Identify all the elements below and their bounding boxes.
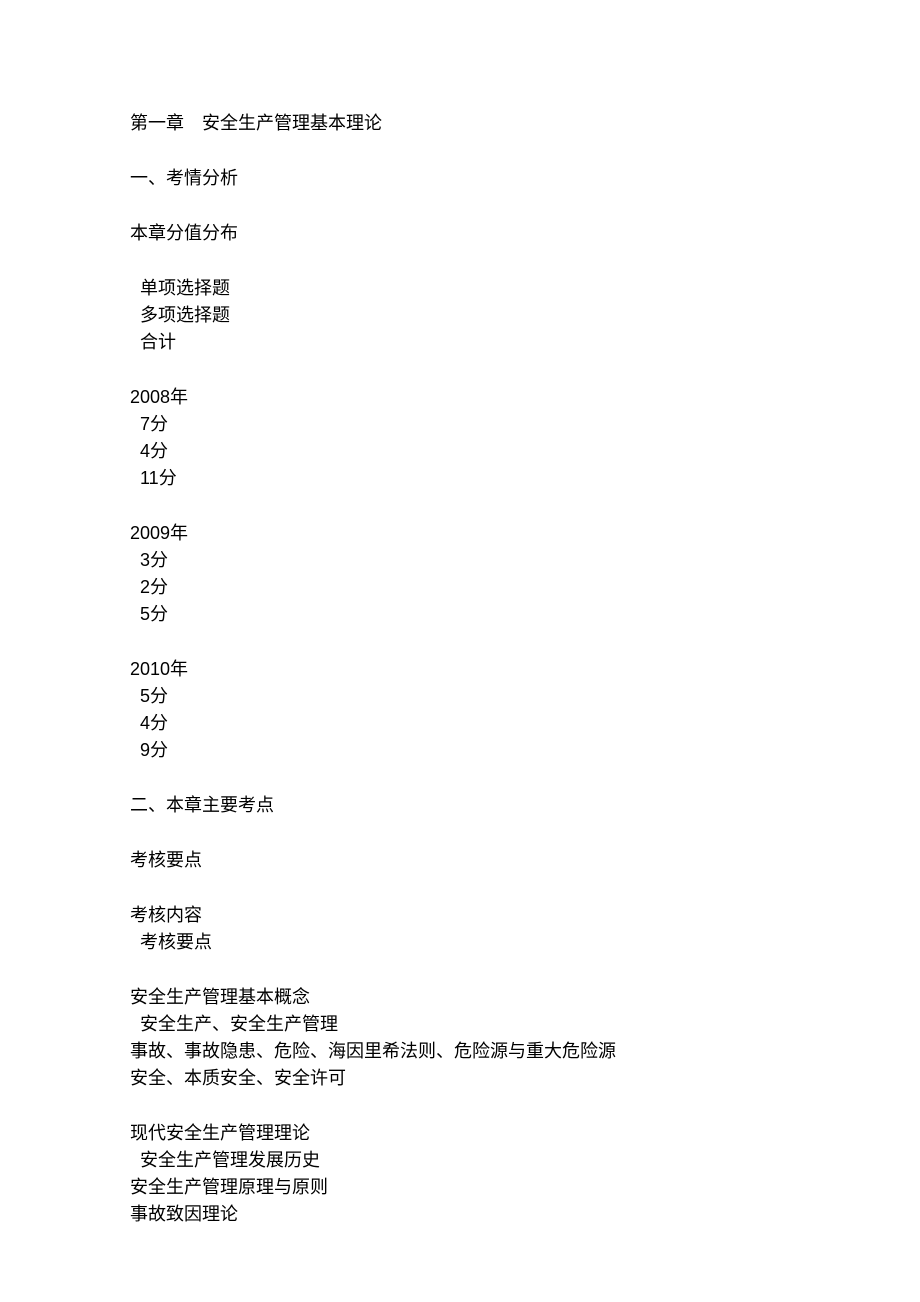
year-number: 2010 xyxy=(130,659,170,679)
year-number: 2009 xyxy=(130,523,170,543)
score-num: 4 xyxy=(140,713,150,733)
score-suffix: 分 xyxy=(150,441,168,461)
score-num: 4 xyxy=(140,441,150,461)
score-suffix: 分 xyxy=(150,740,168,760)
score-suffix: 分 xyxy=(150,577,168,597)
score-suffix: 分 xyxy=(150,713,168,733)
year-suffix: 年 xyxy=(170,523,188,543)
score-num: 11 xyxy=(140,468,159,488)
score-suffix: 分 xyxy=(150,686,168,706)
year-suffix: 年 xyxy=(170,659,188,679)
score-num: 9 xyxy=(140,740,150,760)
score-suffix: 分 xyxy=(150,550,168,570)
section1-heading: 一、考情分析 xyxy=(130,165,790,192)
year-block-2008: 2008年 7分 4分 11分 xyxy=(130,384,790,492)
score-num: 5 xyxy=(140,604,150,624)
group1-line1: 安全生产、安全生产管理 xyxy=(130,1011,790,1038)
score-num: 7 xyxy=(140,414,150,434)
score-suffix: 分 xyxy=(159,468,177,488)
score-suffix: 分 xyxy=(150,604,168,624)
group1-title: 安全生产管理基本概念 xyxy=(130,984,790,1011)
table-header-multi: 多项选择题 xyxy=(130,302,790,329)
group1-line2: 事故、事故隐患、危险、海因里希法则、危险源与重大危险源 xyxy=(130,1038,790,1065)
year-suffix: 年 xyxy=(170,387,188,407)
col-heading-points: 考核要点 xyxy=(130,929,790,956)
chapter-title: 第一章 安全生产管理基本理论 xyxy=(130,110,790,137)
group2-title: 现代安全生产管理理论 xyxy=(130,1120,790,1147)
table-header-total: 合计 xyxy=(130,329,790,356)
score-num: 5 xyxy=(140,686,150,706)
group1-line3: 安全、本质安全、安全许可 xyxy=(130,1065,790,1092)
score-num: 2 xyxy=(140,577,150,597)
group2-line2: 安全生产管理原理与原则 xyxy=(130,1174,790,1201)
year-block-2010: 2010年 5分 4分 9分 xyxy=(130,656,790,764)
table-header-single: 单项选择题 xyxy=(130,275,790,302)
year-block-2009: 2009年 3分 2分 5分 xyxy=(130,520,790,628)
section2-subheading: 考核要点 xyxy=(130,847,790,874)
section2-heading: 二、本章主要考点 xyxy=(130,792,790,819)
group2-line3: 事故致因理论 xyxy=(130,1201,790,1228)
year-number: 2008 xyxy=(130,387,170,407)
col-heading-content: 考核内容 xyxy=(130,902,790,929)
section1-subheading: 本章分值分布 xyxy=(130,220,790,247)
score-suffix: 分 xyxy=(150,414,168,434)
score-num: 3 xyxy=(140,550,150,570)
group2-line1: 安全生产管理发展历史 xyxy=(130,1147,790,1174)
